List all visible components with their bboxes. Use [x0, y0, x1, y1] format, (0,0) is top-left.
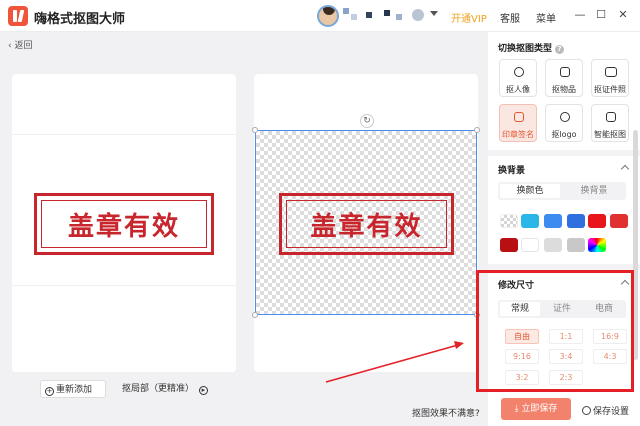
save-now-button[interactable]: ⤓ 立即保存: [501, 398, 571, 420]
username-pixel-icon: [384, 10, 390, 16]
tab-change-color[interactable]: 换颜色: [500, 184, 560, 198]
maximize-icon[interactable]: ☐: [595, 9, 607, 21]
local-cutout-label: 抠局部（更精准）: [122, 384, 195, 394]
type-object-label: 抠物品: [552, 85, 576, 94]
username-pixel-icon: [351, 14, 357, 20]
type-ai-button[interactable]: 智能抠图: [591, 104, 629, 142]
swatch-red[interactable]: [588, 214, 606, 228]
swatch-dark-red[interactable]: [500, 238, 518, 252]
open-vip-link[interactable]: 开通VIP: [451, 10, 487, 25]
chevron-down-icon[interactable]: [430, 11, 438, 16]
tab-change-background[interactable]: 换背景: [564, 184, 624, 198]
type-ai-label: 智能抠图: [594, 130, 626, 139]
swatch-dark-blue[interactable]: [567, 214, 585, 228]
back-label: 返回: [14, 41, 33, 51]
app-logo-icon: [8, 6, 28, 26]
swatch-white[interactable]: [521, 238, 539, 252]
customer-service-link[interactable]: 客服: [500, 10, 520, 25]
re-add-label: 重新添加: [56, 385, 93, 395]
save-settings-button[interactable]: 保存设置: [582, 404, 629, 417]
type-id-photo-button[interactable]: 抠证件照: [591, 59, 629, 97]
seal-icon: [514, 112, 524, 122]
type-object-button[interactable]: 抠物品: [545, 59, 583, 97]
type-seal-button[interactable]: 印章签名: [499, 104, 537, 142]
swatch-red-2[interactable]: [610, 214, 628, 228]
app-title: 嗨格式抠图大师: [34, 12, 126, 27]
stamp-text: 盖章有效: [41, 200, 207, 248]
highlight-box: [476, 270, 634, 392]
feedback-link[interactable]: 抠图效果不满意?: [412, 406, 480, 419]
title-bar: 嗨格式抠图大师 开通VIP 客服 菜单 — ☐ ✕: [0, 0, 640, 32]
type-seal-label: 印章签名: [502, 130, 534, 139]
result-stamp-text: 盖章有效: [286, 200, 447, 248]
back-link[interactable]: ‹ 返回: [8, 38, 32, 51]
plus-icon: +: [45, 387, 54, 396]
type-portrait-label: 抠人像: [506, 85, 530, 94]
swatch-gray[interactable]: [567, 238, 585, 252]
background-tabs: 换颜色 换背景: [498, 182, 626, 200]
resize-handle[interactable]: [474, 127, 480, 133]
cutout-type-title: 切换抠图类型?: [498, 41, 565, 54]
background-title: 换背景: [498, 166, 526, 176]
username-pixel-icon: [343, 8, 349, 14]
menu-button[interactable]: 菜单: [536, 10, 556, 25]
section-divider: [488, 150, 640, 156]
resize-handle[interactable]: [252, 127, 258, 133]
result-seal-stamp: 盖章有效: [279, 193, 454, 255]
swatch-light-gray[interactable]: [544, 238, 562, 252]
play-icon: ▸: [198, 386, 208, 395]
collapse-icon[interactable]: [620, 164, 630, 174]
minimize-icon[interactable]: —: [574, 9, 586, 21]
swatch-transparent[interactable]: [500, 214, 518, 228]
local-cutout-button[interactable]: 抠局部（更精准） ▸: [122, 380, 210, 398]
username-pixel-icon: [396, 14, 402, 20]
swatch-custom-color[interactable]: [588, 238, 606, 252]
cutout-type-title-text: 切换抠图类型: [498, 44, 553, 54]
user-avatar[interactable]: [317, 5, 339, 27]
ai-icon: [606, 112, 616, 122]
gear-icon: [582, 406, 591, 415]
re-add-button[interactable]: + 重新添加: [40, 380, 106, 398]
type-id-photo-label: 抠证件照: [594, 85, 626, 94]
original-seal-stamp: 盖章有效: [34, 193, 214, 255]
close-icon[interactable]: ✕: [617, 9, 629, 21]
rotate-icon[interactable]: ↻: [360, 114, 374, 128]
save-now-label: 立即保存: [521, 404, 558, 414]
help-icon[interactable]: ?: [555, 45, 565, 54]
resize-handle[interactable]: [252, 312, 258, 318]
swatch-blue[interactable]: [544, 214, 562, 228]
person-icon: [514, 67, 524, 77]
badge-icon: [560, 112, 570, 122]
swatch-cyan[interactable]: [521, 214, 539, 228]
vip-level-icon: [412, 9, 424, 21]
type-logo-label: 抠logo: [551, 130, 577, 139]
type-portrait-button[interactable]: 抠人像: [499, 59, 537, 97]
id-card-icon: [605, 67, 617, 77]
username-pixel-icon: [366, 12, 372, 18]
bag-icon: [560, 67, 570, 77]
save-settings-label: 保存设置: [593, 407, 630, 417]
type-logo-button[interactable]: 抠logo: [545, 104, 583, 142]
